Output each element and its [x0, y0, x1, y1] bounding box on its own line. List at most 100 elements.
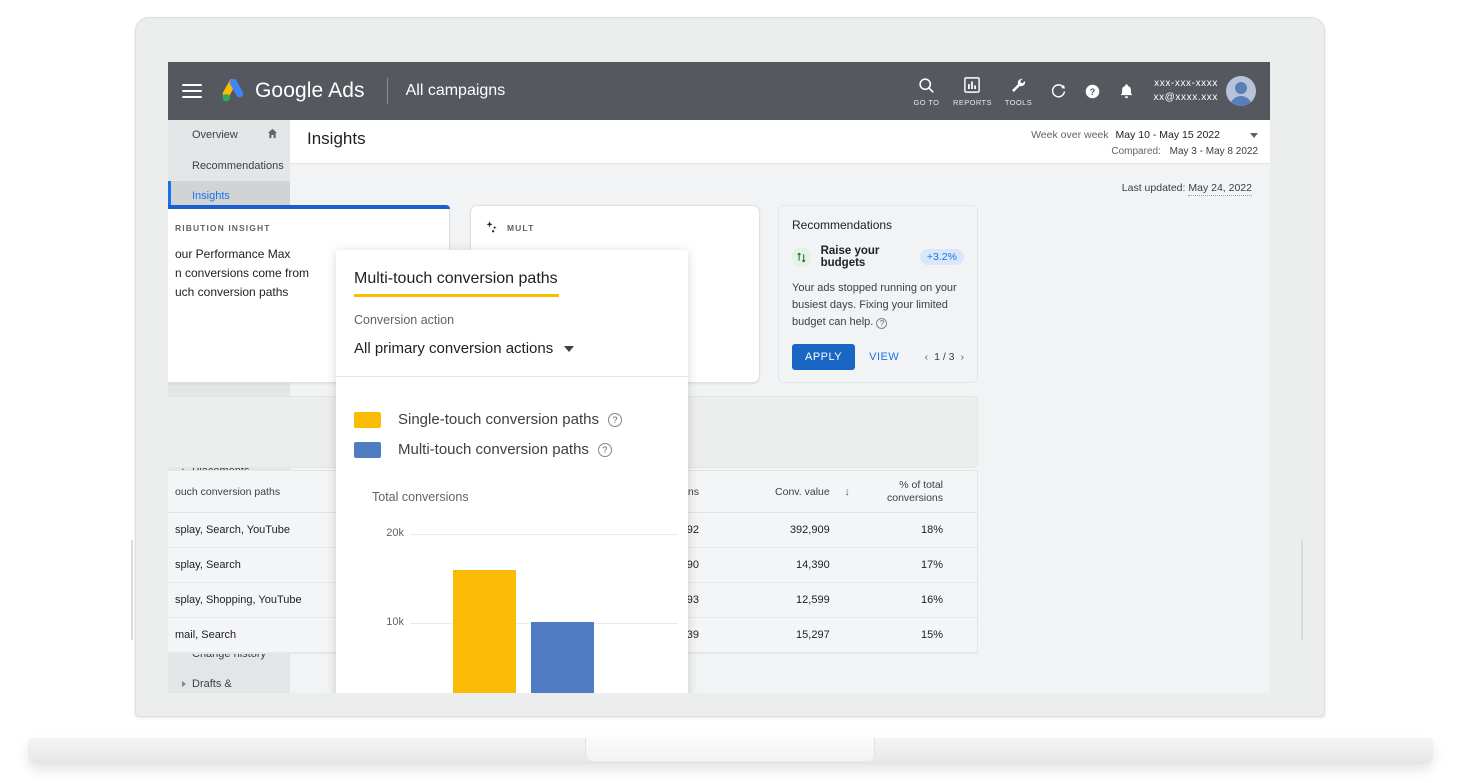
avatar[interactable] — [1226, 76, 1256, 106]
recommendations-title: Recommendations — [792, 218, 964, 232]
help-icon[interactable]: ? — [608, 413, 622, 427]
notifications-bell-icon[interactable] — [1109, 83, 1143, 100]
legend-swatch-single-touch — [354, 412, 381, 428]
overlay-title-underline — [354, 294, 559, 297]
recommendation-actions: APPLY VIEW ‹ 1 / 3 › — [792, 344, 964, 370]
bar-multi-touch[interactable] — [531, 622, 594, 693]
last-updated-value: May 24, 2022 — [1188, 182, 1252, 196]
page-title: Insights — [307, 129, 366, 149]
view-button[interactable]: VIEW — [869, 351, 899, 363]
legend-item-single-touch[interactable]: Single-touch conversion paths ? — [354, 411, 688, 428]
bar-single-touch[interactable] — [453, 570, 516, 693]
brand-text: Google Ads — [255, 79, 365, 103]
cell-conv-value: 12,599 — [699, 594, 830, 606]
account-id: xxx-xxx-xxxx — [1153, 77, 1218, 91]
sidebar-item-label: Recommendations — [192, 160, 284, 172]
recommendation-badge: +3.2% — [920, 249, 964, 265]
total-conversions-bar-chart: 010k20k — [336, 522, 688, 693]
help-icon[interactable]: ? — [1075, 83, 1109, 100]
cell-pct-total: 15% — [865, 629, 977, 641]
date-range-label: Week over week — [1031, 129, 1108, 141]
chevron-down-icon[interactable] — [1250, 133, 1258, 138]
sidebar-item-overview[interactable]: Overview — [168, 120, 290, 151]
cell-conv-value: 392,909 — [699, 524, 830, 536]
account-email: xx@xxxx.xxx — [1153, 91, 1218, 105]
conversion-action-value: All primary conversion actions — [354, 340, 553, 357]
divider — [387, 78, 388, 104]
recommendation-item[interactable]: Raise your budgets +3.2% — [792, 245, 964, 269]
legend-swatch-multi-touch — [354, 442, 381, 458]
recommendation-description: Your ads stopped running on your busiest… — [792, 280, 964, 331]
bid-adjust-icon — [792, 247, 811, 267]
app-top-bar: Google Ads All campaigns GO TO REPORTS — [168, 62, 1270, 120]
sidebar-item-label: Drafts & — [192, 678, 232, 690]
sidebar-item-label: Overview — [192, 129, 238, 141]
laptop-hinge-right — [1301, 540, 1303, 640]
chevron-right-icon — [182, 681, 186, 687]
home-icon[interactable] — [267, 128, 278, 142]
attribution-card-kicker: RIBUTION INSIGHT — [168, 209, 449, 233]
screenshot-stage: Google Ads All campaigns GO TO REPORTS — [0, 0, 1460, 783]
multitouch-card-kicker-row: MULT — [471, 206, 759, 236]
sidebar-item-label: Insights — [192, 190, 230, 202]
reports-glyph — [964, 75, 980, 95]
section-label[interactable]: All campaigns — [406, 82, 506, 100]
reports-caption: REPORTS — [953, 98, 992, 107]
reports-icon[interactable]: REPORTS — [949, 75, 995, 107]
compared-label: Compared: — [1111, 146, 1160, 157]
sparkle-icon — [485, 220, 499, 236]
chart-y-tick-label: 10k — [354, 616, 404, 628]
recommendation-name: Raise your budgets — [821, 245, 920, 269]
conversion-action-select[interactable]: All primary conversion actions — [354, 340, 688, 357]
help-icon[interactable]: ? — [598, 443, 612, 457]
search-glyph — [918, 75, 935, 95]
refresh-icon[interactable] — [1041, 83, 1075, 100]
pager-count: 1 / 3 — [934, 351, 954, 363]
page-header: Insights Week over week May 10 - May 15 … — [290, 120, 1270, 164]
column-header-conv-value[interactable]: Conv. value — [699, 486, 830, 498]
apply-button[interactable]: APPLY — [792, 344, 855, 370]
sidebar-item-drafts[interactable]: Drafts & — [168, 669, 290, 693]
tools-icon[interactable]: TOOLS — [995, 75, 1041, 107]
compared-row: Compared: May 3 - May 8 2022 — [1031, 146, 1258, 157]
app-screen: Google Ads All campaigns GO TO REPORTS — [168, 62, 1270, 693]
brand[interactable]: Google Ads — [220, 79, 365, 103]
cell-pct-total: 17% — [865, 559, 977, 571]
chart-title: Total conversions — [372, 490, 688, 504]
chart-y-tick-label: 20k — [354, 527, 404, 539]
recommendations-card: Recommendations Raise your budgets +3.2%… — [778, 205, 978, 383]
account-info[interactable]: xxx-xxx-xxxx xx@xxxx.xxx — [1153, 77, 1218, 105]
sidebar-item-recommendations[interactable]: Recommendations — [168, 151, 290, 182]
multi-touch-conversion-paths-panel: Multi-touch conversion paths Conversion … — [336, 250, 688, 693]
last-updated-label: Last updated: — [1122, 182, 1186, 194]
search-caption: GO TO — [914, 98, 940, 107]
chart-gridline — [410, 534, 678, 535]
legend-label-single-touch: Single-touch conversion paths — [398, 411, 599, 428]
recommendation-description-text: Your ads stopped running on your busiest… — [792, 282, 957, 328]
chart-plot-area: 010k20k — [336, 522, 688, 693]
tools-glyph — [1010, 75, 1027, 95]
sort-descending-icon[interactable]: ↓ — [830, 486, 865, 498]
google-ads-logo-icon — [220, 79, 246, 103]
hamburger-icon[interactable] — [182, 84, 202, 98]
legend-label-multi-touch: Multi-touch conversion paths — [398, 441, 589, 458]
cell-pct-total: 18% — [865, 524, 977, 536]
svg-text:?: ? — [1090, 87, 1096, 97]
compared-value: May 3 - May 8 2022 — [1170, 146, 1258, 157]
column-header-pct-total[interactable]: % of total conversions — [865, 479, 977, 505]
pager-prev-icon[interactable]: ‹ — [925, 351, 929, 363]
date-range-row[interactable]: Week over week May 10 - May 15 2022 — [1031, 129, 1258, 141]
date-range-value: May 10 - May 15 2022 — [1116, 129, 1220, 141]
pager-next-icon[interactable]: › — [961, 351, 965, 363]
overlay-title: Multi-touch conversion paths — [336, 250, 558, 288]
laptop-base-notch — [585, 738, 875, 761]
recommendation-pager: ‹ 1 / 3 › — [925, 351, 964, 363]
chart-legend: Single-touch conversion paths ? Multi-to… — [336, 377, 688, 458]
tools-caption: TOOLS — [1005, 98, 1032, 107]
top-bar-actions: GO TO REPORTS TOOLS — [903, 75, 1270, 107]
multitouch-card-kicker: MULT — [507, 223, 534, 233]
help-icon[interactable]: ? — [876, 318, 887, 329]
date-range: Week over week May 10 - May 15 2022 Comp… — [1031, 129, 1258, 157]
search-icon[interactable]: GO TO — [903, 75, 949, 107]
legend-item-multi-touch[interactable]: Multi-touch conversion paths ? — [354, 441, 688, 458]
